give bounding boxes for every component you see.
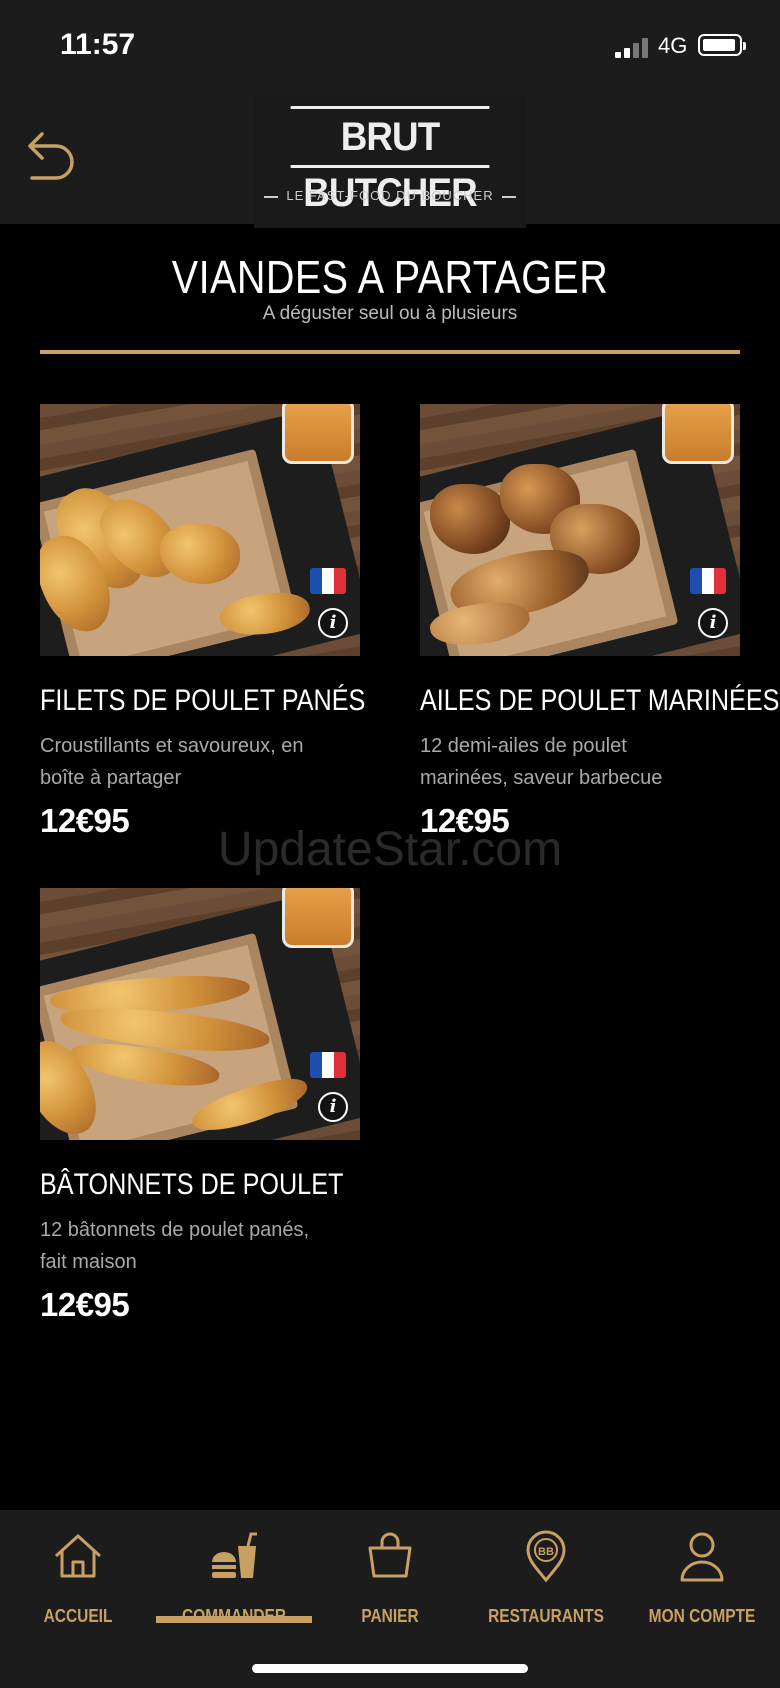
- back-arrow-icon: [28, 132, 74, 180]
- tab-label: MON COMPTE: [648, 1606, 756, 1626]
- product-name: FILETS DE POULET PANÉS: [40, 684, 366, 717]
- product-card[interactable]: i BÂTONNETS DE POULET 12 bâtonnets de po…: [40, 888, 360, 1328]
- french-flag-icon: [690, 568, 726, 594]
- tab-restaurants[interactable]: BB RESTAURANTS: [468, 1528, 624, 1638]
- svg-text:BB: BB: [538, 1546, 554, 1558]
- product-description: 12 bâtonnets de poulet panés, fait maison: [40, 1219, 310, 1273]
- tab-label: RESTAURANTS: [488, 1606, 604, 1626]
- active-tab-indicator: [156, 1616, 312, 1623]
- brand-name: BRUT BUTCHER: [290, 106, 490, 215]
- product-card[interactable]: i FILETS DE POULET PANÉS Croustillants e…: [40, 404, 366, 844]
- product-description: 12 demi-ailes de poulet marinées, saveur …: [420, 735, 663, 789]
- brand-logo: BRUT BUTCHER LE FAST-FOOD DU BOUCHER: [254, 96, 526, 228]
- tab-panier[interactable]: PANIER: [312, 1528, 468, 1638]
- french-flag-icon: [310, 1052, 346, 1078]
- section-divider: [40, 350, 740, 354]
- network-type: 4G: [658, 33, 688, 58]
- battery-icon: [698, 34, 746, 56]
- location-pin-icon: BB: [526, 1530, 566, 1583]
- product-name: BÂTONNETS DE POULET: [40, 1168, 344, 1201]
- product-image[interactable]: i: [420, 404, 740, 656]
- watermark: UpdateStar.com: [217, 823, 563, 876]
- product-name: AILES DE POULET MARINÉES: [420, 684, 780, 717]
- brand-tagline: LE FAST-FOOD DU BOUCHER: [254, 188, 526, 203]
- section-subtitle: A déguster seul ou à plusieurs: [262, 303, 518, 324]
- product-image[interactable]: i: [40, 888, 360, 1140]
- tab-accueil[interactable]: ACCUEIL: [0, 1528, 156, 1638]
- status-time: 11:57: [60, 28, 136, 61]
- section-title: VIANDES A PARTAGER: [171, 251, 609, 303]
- signal-icon: [615, 36, 651, 58]
- product-price: 12€95: [40, 1286, 130, 1323]
- info-icon[interactable]: i: [318, 608, 348, 638]
- basket-icon: [368, 1532, 412, 1578]
- product-image[interactable]: i: [40, 404, 360, 656]
- product-card[interactable]: i AILES DE POULET MARINÉES 12 demi-ailes…: [420, 404, 780, 844]
- status-bar: 11:57 4G: [0, 0, 780, 96]
- french-flag-icon: [310, 568, 346, 594]
- food-order-icon: [212, 1532, 257, 1578]
- product-description: Croustillants et savoureux, en boîte à pa…: [40, 735, 304, 789]
- tab-mon-compte[interactable]: MON COMPTE: [624, 1528, 780, 1638]
- tab-label: PANIER: [361, 1606, 419, 1626]
- back-button[interactable]: [22, 124, 78, 188]
- info-icon[interactable]: i: [698, 608, 728, 638]
- info-icon[interactable]: i: [318, 1092, 348, 1122]
- home-indicator[interactable]: [252, 1664, 528, 1673]
- tab-label: ACCUEIL: [43, 1606, 113, 1626]
- home-icon: [54, 1534, 102, 1578]
- bottom-tab-bar: ACCUEIL COMMANDER PANIER BB RESTAURANTS: [0, 1510, 780, 1688]
- user-icon: [680, 1532, 724, 1582]
